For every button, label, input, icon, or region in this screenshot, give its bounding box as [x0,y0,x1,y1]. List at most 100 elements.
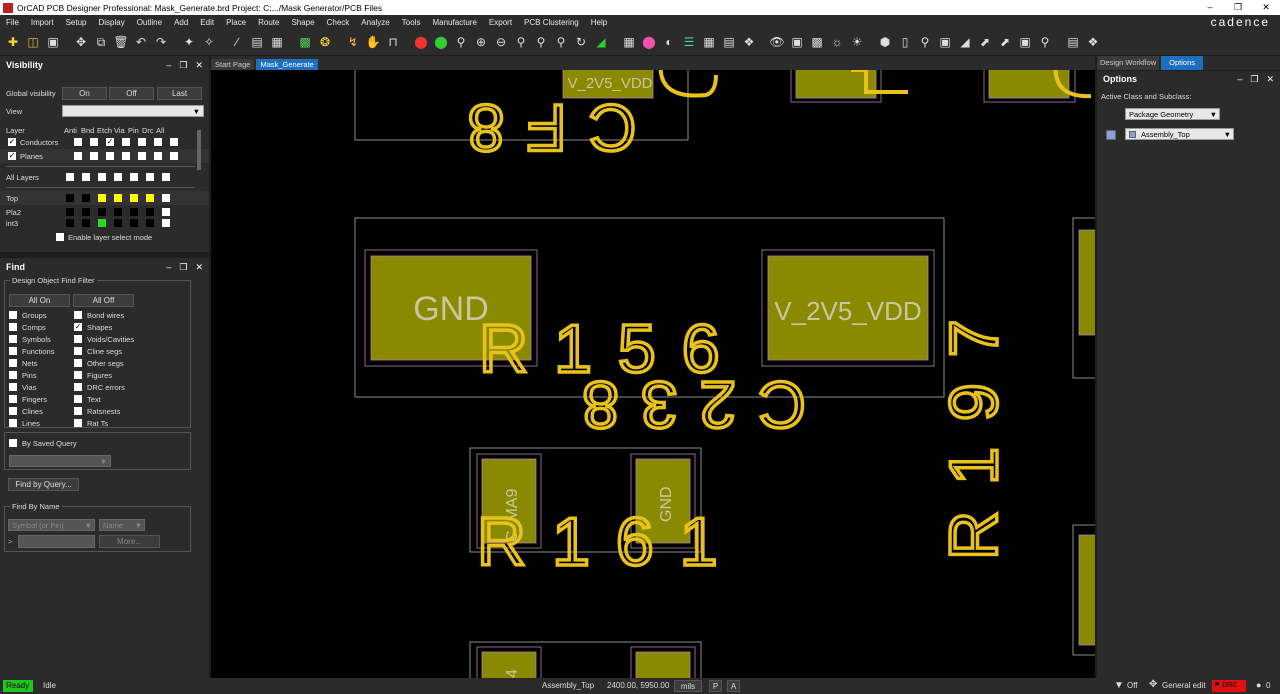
drc-errors-checkbox[interactable] [74,383,82,391]
bond-wires-checkbox[interactable] [74,311,82,319]
export-icon[interactable]: ▤ [1064,33,1082,51]
planes-etch[interactable] [106,152,114,160]
pla2-bnd[interactable] [82,208,90,216]
layer-top[interactable]: Top [6,194,66,203]
restore-button[interactable]: ❐ [1224,2,1252,13]
shape-void-icon[interactable]: ◢ [956,33,974,51]
other-segs-checkbox[interactable] [74,359,82,367]
float-icon[interactable]: ❐ [179,60,187,71]
groups-checkbox[interactable] [9,311,17,319]
float-icon[interactable]: ❐ [179,262,187,273]
menu-tools[interactable]: Tools [396,18,427,27]
menu-outline[interactable]: Outline [131,18,168,27]
slide-icon[interactable]: ✋ [364,33,382,51]
top-via[interactable] [114,194,122,202]
shapes-checkbox[interactable]: ✓ [74,323,82,331]
edit-text-icon[interactable]: ▦ [268,33,286,51]
undo-icon[interactable]: ↶ [132,33,150,51]
3d-view-icon[interactable]: ◢ [592,33,610,51]
find-icon[interactable]: ⚲ [1036,33,1054,51]
select-icon[interactable]: ⬈ [976,33,994,51]
minimize-icon[interactable]: – [166,60,171,71]
int3-anti[interactable] [66,219,74,227]
zoom-fit-icon[interactable]: ⚲ [452,33,470,51]
pla2-drc[interactable] [146,208,154,216]
filter-icon[interactable]: ▼ [1114,680,1124,691]
conductors-anti[interactable] [74,138,82,146]
menu-manufacture[interactable]: Manufacture [426,18,482,27]
saved-query-dropdown[interactable]: ▼ [9,455,111,467]
menu-place[interactable]: Place [220,18,252,27]
tab-mask-generate[interactable]: Mask_Generate [256,59,318,70]
tab-options[interactable]: Options [1161,56,1203,70]
menu-display[interactable]: Display [92,18,130,27]
layers-icon[interactable]: ☰ [680,33,698,51]
view-dropdown[interactable]: ▼ [62,105,204,117]
ratsnests-checkbox[interactable] [74,407,82,415]
nets-checkbox[interactable] [9,359,17,367]
save-icon[interactable]: ▣ [44,33,62,51]
conductors-etch[interactable]: ✓ [106,138,114,146]
pla2-pin[interactable] [130,208,138,216]
all-layers-via[interactable] [114,173,122,181]
planes-checkbox[interactable]: ✓ [8,152,16,160]
menu-import[interactable]: Import [25,18,60,27]
a-button[interactable]: A [727,680,740,692]
zoom-selection-icon[interactable]: ⚲ [552,33,570,51]
top-pin[interactable] [130,194,138,202]
menu-analyze[interactable]: Analyze [355,18,395,27]
int3-pin[interactable] [130,219,138,227]
move-icon[interactable]: ✥ [72,33,90,51]
menu-pcb-clustering[interactable]: PCB Clustering [518,18,585,27]
stripe-icon[interactable]: ▩ [808,33,826,51]
add-line-icon[interactable]: ∕ [228,33,246,51]
top-all[interactable] [162,194,170,202]
minimize-button[interactable]: – [1196,2,1224,13]
planes-pin[interactable] [138,152,146,160]
class-dropdown[interactable]: Package Geometry ▼ [1125,108,1220,120]
conductors-bnd[interactable] [90,138,98,146]
minimize-icon[interactable]: – [166,262,171,273]
menu-export[interactable]: Export [483,18,518,27]
menu-add[interactable]: Add [168,18,194,27]
select-window-icon[interactable]: ⬈ [996,33,1014,51]
rat-ts-checkbox[interactable] [74,419,82,427]
all-layers-bnd[interactable] [82,173,90,181]
pins-checkbox[interactable] [9,371,17,379]
menu-edit[interactable]: Edit [194,18,220,27]
by-saved-query-checkbox[interactable] [9,439,17,447]
int3-via[interactable] [114,219,122,227]
route-connect-icon[interactable]: ↯ [344,33,362,51]
add-text-icon[interactable]: ▤ [248,33,266,51]
text-checkbox[interactable] [74,395,82,403]
visibility-scrollbar[interactable] [197,130,201,170]
cube-icon[interactable]: ▣ [788,33,806,51]
grid-icon[interactable]: ▦ [620,33,638,51]
planes-drc[interactable] [154,152,162,160]
vias-checkbox[interactable] [9,383,17,391]
new-icon[interactable]: ✚ [4,33,22,51]
pla2-via[interactable] [114,208,122,216]
conductors-all[interactable] [170,138,178,146]
name-dropdown[interactable]: Name ▼ [99,519,145,531]
planes-all[interactable] [170,152,178,160]
symbol-or-pin-dropdown[interactable]: Symbol (or Pin) ▼ [8,519,95,531]
fab-icon[interactable]: ❖ [1084,33,1102,51]
comps-checkbox[interactable] [9,323,17,331]
camera-icon[interactable]: ▣ [1016,33,1034,51]
lines-checkbox[interactable] [9,419,17,427]
fingers-checkbox[interactable] [9,395,17,403]
light-icon[interactable]: ☼ [828,33,846,51]
voids-checkbox[interactable] [74,335,82,343]
minimize-icon[interactable]: – [1237,74,1242,85]
sun-icon[interactable]: ☀ [848,33,866,51]
drc-indicator[interactable]: ⚑ DRC [1212,680,1246,692]
name-input[interactable] [18,535,95,548]
table-icon[interactable]: ▦ [700,33,718,51]
copy-icon[interactable]: ⧉ [92,33,110,51]
functions-checkbox[interactable] [9,347,17,355]
close-icon[interactable]: ✕ [195,60,203,71]
conductors-drc[interactable] [154,138,162,146]
delay-tune-icon[interactable]: ⊓ [384,33,402,51]
all-layers-pin[interactable] [130,173,138,181]
